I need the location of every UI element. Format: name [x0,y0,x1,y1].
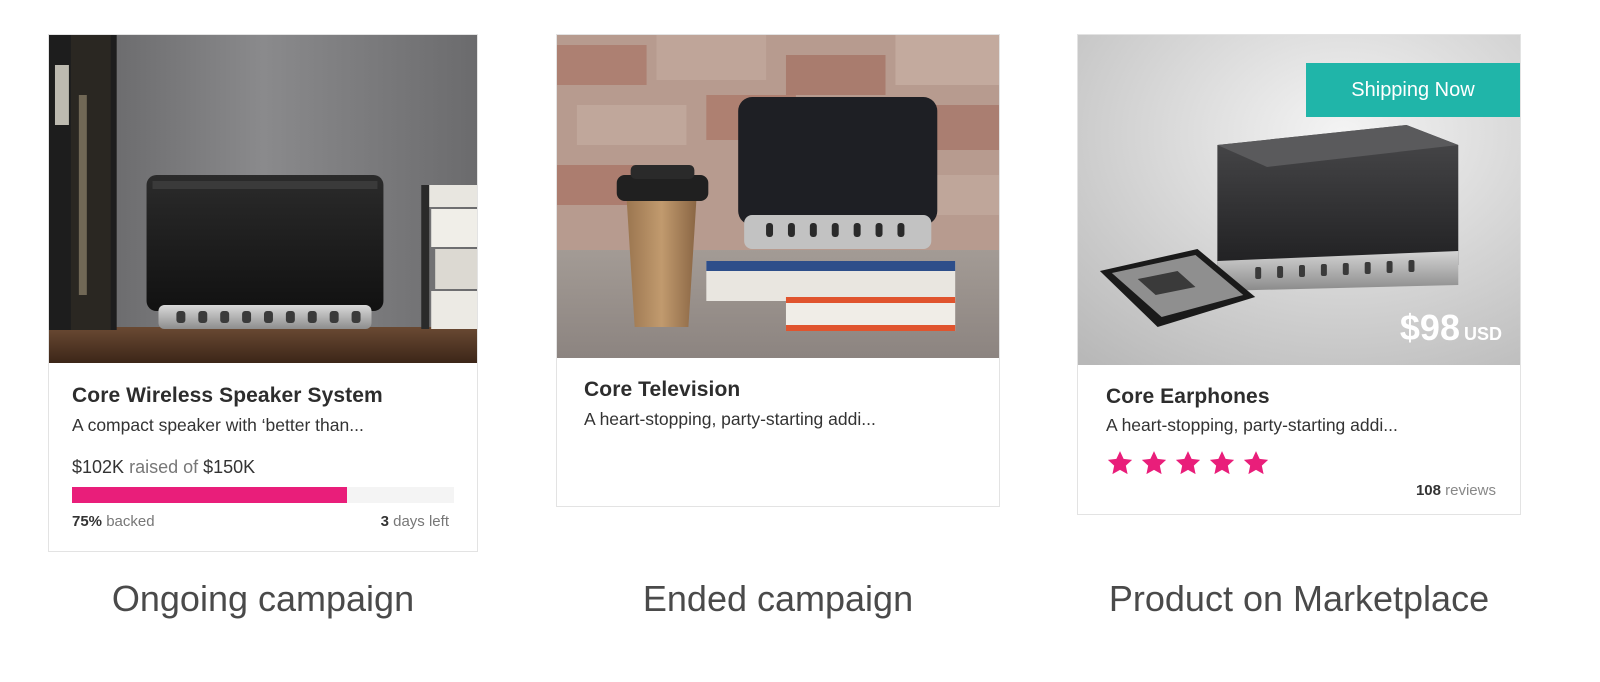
star-icon [1209,451,1235,475]
campaign-description: A heart-stopping, party-starting addi... [584,409,876,429]
product-image[interactable] [557,35,999,358]
caption-marketplace: Product on Marketplace [1108,578,1490,619]
star-icon [1243,451,1269,475]
days-left-stat: 3 days left [381,513,449,530]
review-count-number: 108 [1415,482,1441,499]
star-icon [1107,451,1133,475]
star-icon [1175,451,1201,475]
campaign-title[interactable]: Core Wireless Speaker System [72,384,383,408]
star-icon [1141,451,1167,475]
product-title[interactable]: Core Earphones [1106,385,1270,409]
funding-progress-bar [72,487,454,503]
product-description: A heart-stopping, party-starting addi... [1106,415,1398,435]
goal-amount: $150K [203,457,256,477]
backed-label: backed [106,513,155,530]
campaign-card-ongoing[interactable]: Core Wireless Speaker System A compact s… [48,34,478,552]
funding-progress-fill [72,487,348,503]
raised-label: raised of [129,457,199,477]
review-count-label: reviews [1445,482,1496,499]
rating-stars [1106,449,1270,477]
product-image[interactable] [49,35,477,363]
campaign-description: A compact speaker with ‘better than... [72,415,364,435]
backed-stat: 75% backed [72,513,155,530]
price-tag: $98 USD [1400,307,1502,349]
price-amount: $98 [1399,307,1460,348]
product-card-marketplace[interactable]: Shipping Now $98 USD Core Earphones A hea… [1077,34,1521,515]
caption-ongoing: Ongoing campaign [111,578,415,619]
raised-amount: $102K [72,457,125,477]
days-left-label: days left [393,513,449,530]
backed-percent: 75% [72,513,103,530]
caption-ended: Ended campaign [642,578,914,619]
days-left-count: 3 [380,513,389,530]
shipping-badge: Shipping Now [1306,63,1520,117]
campaign-card-ended[interactable]: Core Television A heart-stopping, party-… [556,34,1000,507]
review-count[interactable]: 108 reviews [1416,482,1496,499]
price-currency: USD [1463,324,1502,344]
funding-summary: $102K raised of $150K [72,457,255,478]
campaign-title[interactable]: Core Television [584,378,740,402]
